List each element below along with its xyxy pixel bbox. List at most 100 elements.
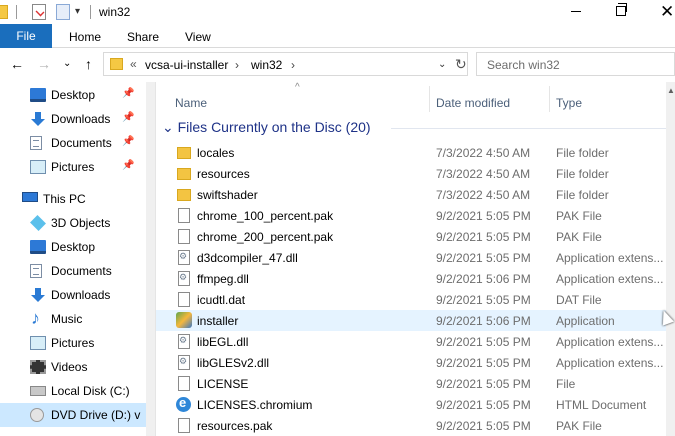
scroll-up-icon[interactable]: ▲ xyxy=(667,86,675,95)
nav-item-documents[interactable]: Documents xyxy=(0,259,155,283)
properties-icon[interactable] xyxy=(32,4,46,20)
breadcrumb-chevron-icon[interactable]: › xyxy=(235,58,239,72)
new-folder-icon[interactable] xyxy=(56,4,70,20)
breadcrumb-overflow-icon[interactable]: « xyxy=(130,57,137,71)
search-input[interactable]: Search win32 xyxy=(476,52,675,76)
table-row[interactable]: resources.pak 9/2/2021 5:05 PM PAK File xyxy=(156,415,669,436)
folder-icon xyxy=(177,189,191,201)
nav-item-label: This PC xyxy=(43,192,86,206)
nav-item-dvd-drive[interactable]: DVD Drive (D:) v xyxy=(0,403,155,427)
back-arrow-icon[interactable]: ← xyxy=(10,56,24,72)
file-name: chrome_100_percent.pak xyxy=(197,209,334,223)
file-type: File folder xyxy=(556,146,609,160)
nav-item-3d-objects[interactable]: 3D Objects xyxy=(0,211,155,235)
up-arrow-icon[interactable]: ↑ xyxy=(85,56,92,72)
table-row[interactable]: locales 7/3/2022 4:50 AM File folder xyxy=(156,142,669,163)
nav-item-label: Videos xyxy=(51,360,88,374)
file-icon xyxy=(178,418,190,433)
title-bar: ▾ win32 ✕ xyxy=(0,0,675,24)
dll-icon xyxy=(178,334,190,349)
table-row[interactable]: chrome_100_percent.pak 9/2/2021 5:05 PM … xyxy=(156,205,669,226)
sort-indicator-icon: ^ xyxy=(295,82,300,93)
nav-item-desktop[interactable]: Desktop xyxy=(0,235,155,259)
minimize-icon[interactable] xyxy=(571,11,581,12)
file-date: 7/3/2022 4:50 AM xyxy=(436,188,531,202)
table-row[interactable]: icudtl.dat 9/2/2021 5:05 PM DAT File xyxy=(156,289,669,310)
content-scrollbar[interactable] xyxy=(666,82,675,436)
close-icon[interactable]: ✕ xyxy=(660,2,674,22)
table-row[interactable]: LICENSES.chromium 9/2/2021 5:05 PM HTML … xyxy=(156,394,669,415)
file-date: 9/2/2021 5:05 PM xyxy=(436,377,531,391)
file-name: d3dcompiler_47.dll xyxy=(197,251,298,265)
nav-item-pictures[interactable]: Pictures 📌 xyxy=(0,155,155,179)
file-type: File folder xyxy=(556,188,609,202)
tab-home[interactable]: Home xyxy=(69,30,101,44)
nav-item-label: Desktop xyxy=(51,240,96,254)
tab-share[interactable]: Share xyxy=(127,30,159,44)
refresh-icon[interactable]: ↻ xyxy=(455,56,467,73)
column-header-name[interactable]: Name xyxy=(175,96,207,110)
customize-toolbar-icon[interactable]: ▾ xyxy=(75,6,80,17)
address-dropdown-icon[interactable]: ⌄ xyxy=(438,59,446,70)
address-bar[interactable]: « vcsa-ui-installer › win32 › ⌄ ↻ xyxy=(103,52,468,76)
file-date: 9/2/2021 5:05 PM xyxy=(436,251,531,265)
nav-item-local-disk[interactable]: Local Disk (C:) xyxy=(0,379,155,403)
file-date: 9/2/2021 5:06 PM xyxy=(436,314,531,328)
address-row: ← → ⌄ ↑ « vcsa-ui-installer › win32 › ⌄ … xyxy=(0,48,675,82)
nav-item-pictures[interactable]: Pictures xyxy=(0,331,155,355)
breadcrumb-chevron-icon[interactable]: › xyxy=(291,58,295,72)
nav-item-label: Downloads xyxy=(51,288,111,302)
chevron-down-icon[interactable]: ⌄ xyxy=(162,119,174,135)
table-row[interactable]: d3dcompiler_47.dll 9/2/2021 5:05 PM Appl… xyxy=(156,247,669,268)
maximize-icon[interactable] xyxy=(616,3,627,16)
nav-item-desktop[interactable]: Desktop 📌 xyxy=(0,83,155,107)
file-name: chrome_200_percent.pak xyxy=(197,230,334,244)
table-row[interactable]: LICENSE 9/2/2021 5:05 PM File xyxy=(156,373,669,394)
nav-item-music[interactable]: Music xyxy=(0,307,155,331)
tab-file[interactable]: File xyxy=(0,24,52,48)
table-row[interactable]: installer 9/2/2021 5:06 PM Application xyxy=(156,310,669,331)
column-divider[interactable] xyxy=(429,86,430,112)
table-row[interactable]: swiftshader 7/3/2022 4:50 AM File folder xyxy=(156,184,669,205)
tab-view[interactable]: View xyxy=(185,30,211,44)
file-name: libGLESv2.dll xyxy=(197,356,270,370)
local-disk-icon xyxy=(30,386,46,396)
folder-icon xyxy=(110,58,123,70)
table-row[interactable]: libGLESv2.dll 9/2/2021 5:05 PM Applicati… xyxy=(156,352,669,373)
file-name: resources.pak xyxy=(197,419,273,433)
nav-item-this-pc[interactable]: This PC xyxy=(0,187,155,211)
nav-item-label: Downloads xyxy=(51,112,111,126)
breadcrumb-win32[interactable]: win32 xyxy=(251,58,282,72)
3d-objects-icon xyxy=(30,215,46,231)
table-row[interactable]: libEGL.dll 9/2/2021 5:05 PM Application … xyxy=(156,331,669,352)
file-type: File xyxy=(556,377,576,391)
recent-locations-icon[interactable]: ⌄ xyxy=(63,58,71,69)
file-type: File folder xyxy=(556,167,609,181)
file-type: HTML Document xyxy=(556,398,647,412)
file-date: 9/2/2021 5:05 PM xyxy=(436,209,531,223)
column-header-type[interactable]: Type xyxy=(556,96,582,110)
table-row[interactable]: resources 7/3/2022 4:50 AM File folder xyxy=(156,163,669,184)
nav-item-downloads[interactable]: Downloads 📌 xyxy=(0,107,155,131)
nav-item-label: Pictures xyxy=(51,160,95,174)
breadcrumb-vcsa-ui-installer[interactable]: vcsa-ui-installer xyxy=(145,58,228,72)
file-type: Application xyxy=(556,314,615,328)
nav-scrollbar[interactable] xyxy=(146,82,155,436)
nav-item-videos[interactable]: Videos xyxy=(0,355,155,379)
pictures-icon xyxy=(30,160,46,174)
dvd-drive-icon xyxy=(30,408,44,422)
table-row[interactable]: ffmpeg.dll 9/2/2021 5:06 PM Application … xyxy=(156,268,669,289)
forward-arrow-icon[interactable]: → xyxy=(37,56,51,72)
nav-item-documents[interactable]: Documents 📌 xyxy=(0,131,155,155)
folder-icon xyxy=(177,147,191,159)
file-list: ^ Name Date modified Type ⌄ Files Curren… xyxy=(156,82,675,436)
table-row[interactable]: chrome_200_percent.pak 9/2/2021 5:05 PM … xyxy=(156,226,669,247)
column-header-date-modified[interactable]: Date modified xyxy=(436,96,510,110)
file-type: Application extens... xyxy=(556,356,664,370)
file-date: 7/3/2022 4:50 AM xyxy=(436,146,531,160)
group-header[interactable]: ⌄ Files Currently on the Disc (20) xyxy=(162,119,371,136)
column-divider[interactable] xyxy=(549,86,550,112)
file-date: 9/2/2021 5:05 PM xyxy=(436,230,531,244)
file-type: PAK File xyxy=(556,209,602,223)
nav-item-downloads[interactable]: Downloads xyxy=(0,283,155,307)
